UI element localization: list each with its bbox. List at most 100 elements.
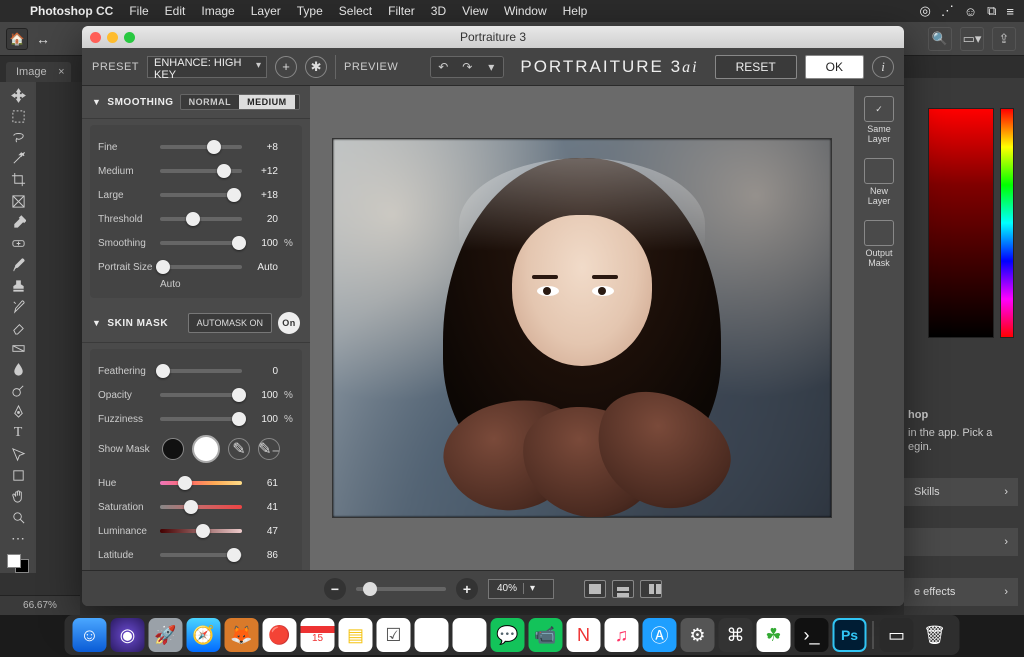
hand-tool-icon[interactable] [4,487,32,506]
zoom-out-button[interactable]: − [324,578,346,600]
tool-icon[interactable]: ↔ [36,31,50,47]
home-button[interactable]: 🏠 [6,28,28,50]
menu-file[interactable]: File [121,4,156,18]
menu-select[interactable]: Select [331,4,380,18]
slider-feathering[interactable]: Feathering 0 [98,361,294,381]
news-app-icon[interactable]: N [567,618,601,652]
pen-tool-icon[interactable] [4,402,32,421]
close-icon[interactable]: × [58,66,64,78]
move-tool-icon[interactable] [4,86,32,105]
zoom-tool-icon[interactable] [4,508,32,527]
mask-black-swatch[interactable] [162,438,184,460]
slider-latitude[interactable]: Latitude 86 [98,545,294,565]
more-tools-icon[interactable]: ⋯ [4,529,32,548]
slider-medium[interactable]: Medium +12 [98,161,294,181]
menu-image[interactable]: Image [193,4,242,18]
blur-tool-icon[interactable] [4,360,32,379]
path-tool-icon[interactable] [4,445,32,464]
hue-strip[interactable] [1000,108,1014,338]
eyedropper-add-icon[interactable]: ✎ [228,438,250,460]
minimize-window-icon[interactable] [107,32,118,43]
reminders-app-icon[interactable]: ☑ [377,618,411,652]
wand-tool-icon[interactable] [4,149,32,168]
view-split-h-button[interactable] [612,580,634,598]
smoothing-mode-medium[interactable]: MEDIUM [239,95,295,109]
other-app-icon[interactable]: ⌘ [719,618,753,652]
menu-3d[interactable]: 3D [423,4,454,18]
menu-type[interactable]: Type [289,4,331,18]
ok-button[interactable]: OK [805,55,864,79]
view-single-button[interactable] [584,580,606,598]
smoothing-mode-normal[interactable]: NORMAL [181,95,240,109]
crop-tool-icon[interactable] [4,170,32,189]
redo-button[interactable]: ↷ [455,57,479,77]
search-icon[interactable]: 🔍 [928,27,952,51]
clover-app-icon[interactable]: ☘ [757,618,791,652]
learn-item-skills[interactable]: Skills› [904,478,1018,506]
gradient-tool-icon[interactable] [4,339,32,358]
output-mask-option[interactable] [864,220,894,246]
finder-app-icon[interactable]: ☺ [73,618,107,652]
menu-view[interactable]: View [454,4,496,18]
list-icon[interactable]: ≡ [1006,4,1014,19]
zoom-slider[interactable] [356,587,446,591]
appstore-app-icon[interactable]: Ⓐ [643,618,677,652]
zoom-in-button[interactable]: + [456,578,478,600]
dodge-tool-icon[interactable] [4,381,32,400]
lasso-tool-icon[interactable] [4,128,32,147]
smoothing-header[interactable]: ▼ SMOOTHING NORMALMEDIUMSTRONG [92,94,300,110]
photoshop-app-icon[interactable]: Ps [833,618,867,652]
maps-app-icon[interactable]: 🗺 [415,618,449,652]
slider-fuzziness[interactable]: Fuzziness 100 % [98,409,294,429]
color-picker-field[interactable] [928,108,994,338]
zoom-readout[interactable]: 66.67% [0,595,80,615]
undo-history-dropdown[interactable]: ▾ [479,57,503,77]
slider-hue[interactable]: Hue 61 [98,473,294,493]
user-icon[interactable]: ☺ [964,4,977,19]
notes-app-icon[interactable]: ▤ [339,618,373,652]
same-layer-option[interactable]: ✓ [864,96,894,122]
workspace-icon[interactable]: ▭▾ [960,27,984,51]
menu-edit[interactable]: Edit [157,4,194,18]
type-tool-icon[interactable]: T [4,424,32,443]
brush-tool-icon[interactable] [4,255,32,274]
automask-button[interactable]: AUTOMASK ON [188,313,272,333]
learn-item-2[interactable]: › [904,528,1018,556]
history-brush-tool-icon[interactable] [4,297,32,316]
close-window-icon[interactable] [90,32,101,43]
app-name[interactable]: Photoshop CC [22,4,121,18]
trash-icon[interactable]: 🗑 [918,618,952,652]
music-app-icon[interactable]: ♫ [605,618,639,652]
messages-app-icon[interactable]: 💬 [491,618,525,652]
view-split-v-button[interactable] [640,580,662,598]
add-preset-button[interactable]: + [275,56,297,78]
photos-app-icon[interactable]: ✿ [453,618,487,652]
launchpad-app-icon[interactable]: 🚀 [149,618,183,652]
chrome-app-icon[interactable]: 🔴 [263,618,297,652]
safari-app-icon[interactable]: 🧭 [187,618,221,652]
marquee-tool-icon[interactable] [4,107,32,126]
facetime-app-icon[interactable]: 📹 [529,618,563,652]
preview-image[interactable] [332,138,832,518]
menu-extra-icon[interactable]: ◎ [919,3,930,19]
dock-file-icon[interactable]: ▭ [880,618,914,652]
terminal-app-icon[interactable]: ›_ [795,618,829,652]
menu-window[interactable]: Window [496,4,555,18]
settings-app-icon[interactable]: ⚙ [681,618,715,652]
zoom-window-icon[interactable] [124,32,135,43]
document-tab[interactable]: × Image [6,62,71,82]
plugin-titlebar[interactable]: Portraiture 3 [82,26,904,48]
new-layer-option[interactable] [864,158,894,184]
eraser-tool-icon[interactable] [4,318,32,337]
siri-app-icon[interactable]: ◉ [111,618,145,652]
slider-large[interactable]: Large +18 [98,185,294,205]
slider-opacity[interactable]: Opacity 100 % [98,385,294,405]
skinmask-on-toggle[interactable]: On [278,312,300,334]
reset-button[interactable]: RESET [715,55,797,79]
menu-help[interactable]: Help [555,4,596,18]
slider-portrait-size[interactable]: Portrait Size Auto [98,257,294,277]
displays-icon[interactable]: ⧉ [987,3,996,19]
slider-smoothing[interactable]: Smoothing 100 % [98,233,294,253]
color-swatches[interactable] [7,554,29,573]
wifi-icon[interactable]: ⋰ [941,3,954,19]
